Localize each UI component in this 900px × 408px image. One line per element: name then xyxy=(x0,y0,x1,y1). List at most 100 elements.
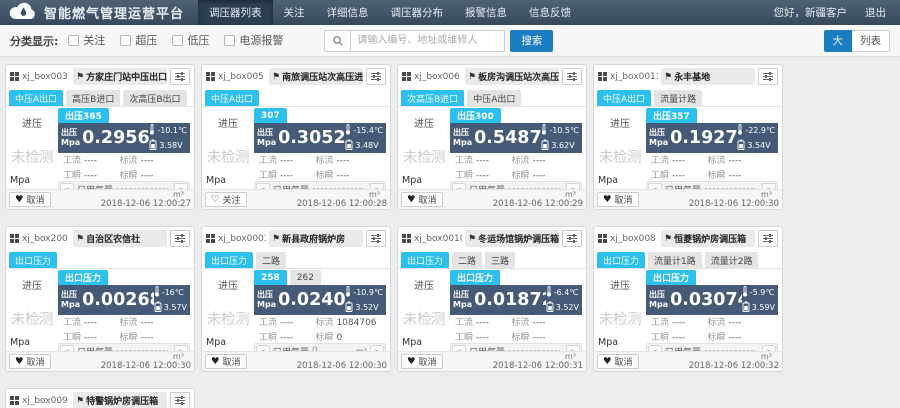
channel-tab[interactable]: 二路 xyxy=(452,252,483,268)
search-button[interactable]: 搜索 xyxy=(510,29,554,52)
view-toggle-button[interactable]: 列表 xyxy=(852,29,890,52)
outlet-tab[interactable]: 出口压力 xyxy=(450,270,501,285)
channel-tab[interactable]: 次高压B出口 xyxy=(123,90,187,106)
channel-tab[interactable]: 出口压力 xyxy=(597,252,646,268)
flag-icon: ⚑ xyxy=(272,233,281,244)
thermometer-icon xyxy=(737,124,743,137)
search-input[interactable] xyxy=(350,29,506,52)
settings-sliders-icon[interactable] xyxy=(562,68,582,85)
outlet-section: 307 出压 Mpa 0.30522 -15.4℃ 3 xyxy=(254,107,390,197)
channel-tab[interactable]: 流量计1路 xyxy=(648,252,702,268)
temperature-value: -5.9℃ xyxy=(749,287,775,297)
outlet-tab[interactable]: 出压300 xyxy=(450,108,501,123)
favorite-button[interactable]: ♥ 取消 xyxy=(9,354,51,369)
settings-sliders-icon[interactable] xyxy=(562,230,582,247)
favorite-button[interactable]: ♥ 取消 xyxy=(401,354,443,369)
channel-tab[interactable]: 高压B进口 xyxy=(66,90,121,106)
temperature-value: -6.4℃ xyxy=(553,287,579,297)
channel-tab[interactable]: 流量计路 xyxy=(654,90,703,106)
channel-tab[interactable]: 出口压力 xyxy=(9,252,58,268)
voltage-value: 3.52V xyxy=(355,302,379,312)
card-header: xj_box008 ⚑ 恒菱锅炉房调压箱 xyxy=(594,227,782,250)
outlet-section: 出口压力 出压 Mpa 0.00268 -16℃ 3. xyxy=(58,269,194,359)
card-title[interactable]: ⚑ 新县政府锅炉房 xyxy=(269,230,363,247)
card-header: xj_box200 ⚑ 自治区农信社 xyxy=(6,227,194,250)
channel-tab[interactable]: 三路 xyxy=(485,252,516,268)
outlet-label: 出压 xyxy=(453,128,469,138)
settings-sliders-icon[interactable] xyxy=(758,230,778,247)
nav-item[interactable]: 信息反馈 xyxy=(518,0,582,25)
flow-std-inst-value: 0 xyxy=(336,333,343,343)
channel-tab[interactable]: 中压A出口 xyxy=(205,90,260,106)
channel-tab[interactable]: 出口压力 xyxy=(205,252,254,268)
favorite-label: 取消 xyxy=(418,196,437,206)
filter-checkbox[interactable]: 电源报警 xyxy=(224,32,283,48)
flag-icon: ⚑ xyxy=(664,233,673,244)
outlet-tab[interactable]: 出口压力 xyxy=(646,270,697,285)
last-update-time: 2018-12-06 12:00:30 xyxy=(100,360,191,371)
voltage-value: 3.54V xyxy=(747,140,771,150)
outlet-tab[interactable]: 出压357 xyxy=(646,108,697,123)
card-title[interactable]: ⚑ 方家庄门站中压出口 xyxy=(73,68,167,85)
flow-std-label: 标流 xyxy=(119,156,138,166)
nav-item[interactable]: 关注 xyxy=(273,0,316,25)
channel-tab[interactable]: 中压A出口 xyxy=(9,90,64,106)
outlet-tab[interactable]: 262 xyxy=(289,270,321,285)
checkbox-icon[interactable] xyxy=(120,34,132,46)
outlet-unit: Mpa xyxy=(453,300,473,309)
logout-link[interactable]: 退出 xyxy=(865,5,886,20)
channel-tab[interactable]: 次高压B进口 xyxy=(401,90,465,106)
card-title[interactable]: ⚑ 南旅调压站次高压进出口 xyxy=(269,68,363,85)
nav-item[interactable]: 调压器列表 xyxy=(198,0,273,25)
checkbox-icon[interactable] xyxy=(224,34,236,46)
card-title[interactable]: ⚑ 自治区农信社 xyxy=(73,230,167,247)
card-header: xj_box005 ⚑ 南旅调压站次高压进出口 xyxy=(202,65,390,88)
favorite-button[interactable]: ♥ 取消 xyxy=(597,354,639,369)
filter-checkbox[interactable]: 关注 xyxy=(68,32,105,48)
outlet-tab[interactable]: 307 xyxy=(254,108,287,123)
filter-checkbox[interactable]: 超压 xyxy=(120,32,157,48)
grid-icon xyxy=(598,234,607,243)
channel-tab[interactable]: 流量计2路 xyxy=(704,252,759,268)
card-title[interactable]: ⚑ 恒菱锅炉房调压箱 xyxy=(661,230,755,247)
flow-work-value: ---- xyxy=(672,318,686,328)
card-title[interactable]: ⚑ 永丰基地 xyxy=(661,68,755,85)
flow-work-label: 工流 xyxy=(455,318,474,328)
channel-tab[interactable]: 中压A出口 xyxy=(597,90,652,106)
settings-sliders-icon[interactable] xyxy=(366,68,386,85)
outlet-tab[interactable]: 出口压力 xyxy=(58,270,109,285)
channel-tab[interactable]: 二路 xyxy=(256,252,287,268)
settings-sliders-icon[interactable] xyxy=(758,68,778,85)
view-toggle-button[interactable]: 大 xyxy=(823,29,852,52)
outlet-tab[interactable]: 258 xyxy=(254,270,287,285)
favorite-button[interactable]: ♥ 取消 xyxy=(9,192,51,207)
nav-item[interactable]: 调压器分布 xyxy=(380,0,455,25)
nav-item[interactable]: 详细信息 xyxy=(316,0,380,25)
settings-sliders-icon[interactable] xyxy=(366,230,386,247)
flow-std-inst-label: 标瞬 xyxy=(315,333,334,343)
settings-sliders-icon[interactable] xyxy=(170,68,190,85)
checkbox-icon[interactable] xyxy=(68,34,80,46)
heart-icon: ♥ xyxy=(15,193,24,205)
card-title[interactable]: ⚑ 冬运场馆锅炉调压箱 xyxy=(465,230,559,247)
favorite-button[interactable]: ♥ 取消 xyxy=(597,192,639,207)
channel-tab[interactable]: 出口压力 xyxy=(401,252,450,268)
last-update-time: 2018-12-06 12:00:27 xyxy=(100,198,191,209)
favorite-button[interactable]: ♡ 关注 xyxy=(205,192,247,207)
outlet-tab[interactable]: 出压365 xyxy=(58,108,109,123)
favorite-button[interactable]: ♥ 取消 xyxy=(205,354,247,369)
card-title[interactable]: ⚑ 板房沟调压站次高压进出口 xyxy=(465,68,559,85)
nav-item[interactable]: 报警信息 xyxy=(454,0,518,25)
settings-sliders-icon[interactable] xyxy=(170,392,190,408)
channel-tab[interactable]: 中压A出口 xyxy=(467,90,522,106)
flow-work-inst-value: ---- xyxy=(672,171,686,181)
outlet-pressure-panel: 出压 Mpa 0.30522 -15.4℃ 3.48V xyxy=(254,123,386,153)
favorite-button[interactable]: ♥ 取消 xyxy=(401,192,443,207)
card-title[interactable]: ⚑ 特警锅炉房调压箱 xyxy=(73,392,167,408)
settings-sliders-icon[interactable] xyxy=(170,230,190,247)
last-update-time: 2018-12-06 12:00:32 xyxy=(688,360,779,371)
filter-checkbox[interactable]: 低压 xyxy=(172,32,209,48)
flow-std-inst-value: ---- xyxy=(728,333,742,343)
checkbox-icon[interactable] xyxy=(172,34,184,46)
flow-std-inst-label: 标瞬 xyxy=(707,171,726,181)
